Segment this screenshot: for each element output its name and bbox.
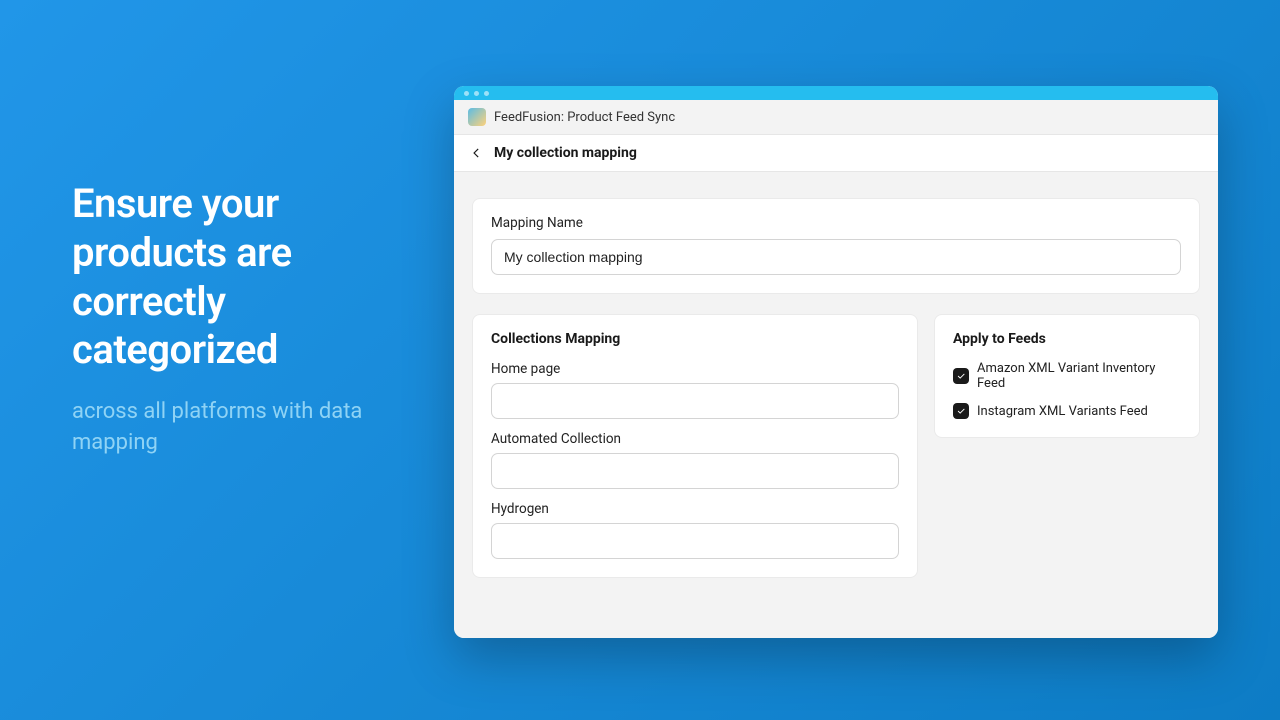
feed-label: Amazon XML Variant Inventory Feed bbox=[977, 361, 1181, 391]
collection-item: Automated Collection bbox=[491, 431, 899, 489]
mapping-name-card: Mapping Name bbox=[472, 198, 1200, 294]
app-title: FeedFusion: Product Feed Sync bbox=[494, 110, 675, 125]
window-titlebar bbox=[454, 86, 1218, 100]
collections-mapping-card: Collections Mapping Home page Automated … bbox=[472, 314, 918, 578]
feed-item[interactable]: Instagram XML Variants Feed bbox=[953, 403, 1181, 419]
promo-subline: across all platforms with data mapping bbox=[72, 397, 412, 459]
collection-item: Hydrogen bbox=[491, 501, 899, 559]
back-arrow-icon[interactable] bbox=[470, 146, 484, 160]
promo-headline: Ensure your products are correctly categ… bbox=[72, 180, 412, 375]
collection-label: Hydrogen bbox=[491, 501, 899, 517]
promo-text: Ensure your products are correctly categ… bbox=[72, 180, 412, 459]
content-area: Mapping Name Collections Mapping Home pa… bbox=[454, 172, 1218, 638]
app-icon bbox=[468, 108, 486, 126]
collection-input[interactable] bbox=[491, 453, 899, 489]
checkbox-checked-icon[interactable] bbox=[953, 403, 969, 419]
apply-to-feeds-card: Apply to Feeds Amazon XML Variant Invent… bbox=[934, 314, 1200, 438]
app-header: FeedFusion: Product Feed Sync bbox=[454, 100, 1218, 134]
collection-input[interactable] bbox=[491, 523, 899, 559]
feed-item[interactable]: Amazon XML Variant Inventory Feed bbox=[953, 361, 1181, 391]
mapping-name-input[interactable] bbox=[491, 239, 1181, 275]
collection-input[interactable] bbox=[491, 383, 899, 419]
window-dot bbox=[484, 91, 489, 96]
app-window: FeedFusion: Product Feed Sync My collect… bbox=[454, 86, 1218, 638]
collection-item: Home page bbox=[491, 361, 899, 419]
page-title: My collection mapping bbox=[494, 145, 637, 161]
feed-label: Instagram XML Variants Feed bbox=[977, 404, 1148, 419]
collection-label: Home page bbox=[491, 361, 899, 377]
window-dot bbox=[474, 91, 479, 96]
checkbox-checked-icon[interactable] bbox=[953, 368, 969, 384]
window-dot bbox=[464, 91, 469, 96]
feeds-heading: Apply to Feeds bbox=[953, 331, 1181, 347]
mapping-name-label: Mapping Name bbox=[491, 215, 1181, 231]
promo-stage: Ensure your products are correctly categ… bbox=[0, 0, 1280, 720]
collections-heading: Collections Mapping bbox=[491, 331, 899, 347]
page-title-bar: My collection mapping bbox=[454, 134, 1218, 172]
collection-label: Automated Collection bbox=[491, 431, 899, 447]
